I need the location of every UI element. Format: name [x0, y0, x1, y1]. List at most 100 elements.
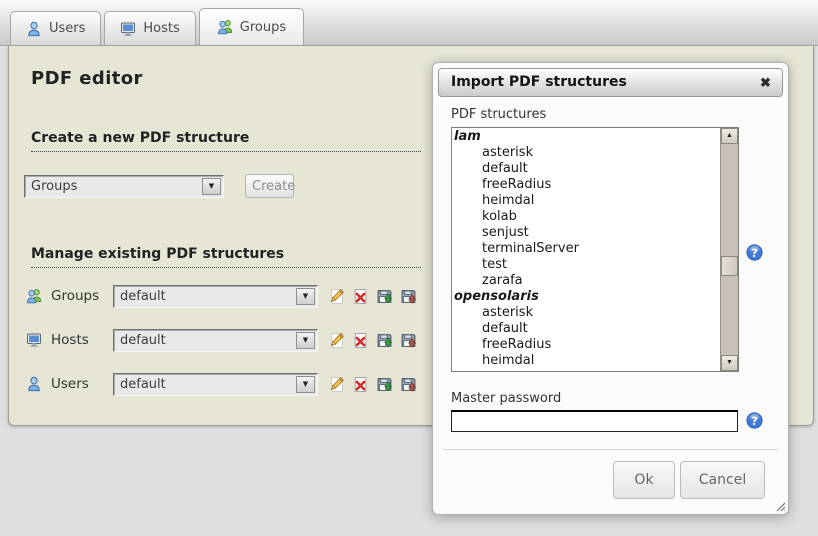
- row-label-users: Users: [51, 376, 113, 392]
- pdf-structures-label: PDF structures: [451, 107, 546, 122]
- scroll-down-button[interactable]: ▼: [721, 355, 738, 371]
- scroll-up-button[interactable]: ▲: [721, 128, 738, 144]
- help-button[interactable]: [746, 244, 763, 261]
- arrow-down-icon: ▼: [726, 359, 733, 366]
- chevron-down-icon: ▼: [202, 178, 221, 195]
- structure-list-item[interactable]: senjust: [454, 225, 720, 241]
- help-button[interactable]: [746, 412, 763, 429]
- host-icon: [26, 332, 42, 348]
- pdf-structures-list-inner: lamasteriskdefaultfreeRadiusheimdalkolab…: [454, 129, 720, 370]
- create-row: Groups ▼ Create: [24, 174, 294, 198]
- delete-pdf-button[interactable]: [351, 287, 369, 305]
- dialog-footer: Ok Cancel: [443, 449, 778, 514]
- edit-pdf-button[interactable]: [327, 375, 345, 393]
- manage-row-hosts: Hosts default ▼: [26, 328, 417, 352]
- structure-list-item[interactable]: terminalServer: [454, 241, 720, 257]
- structure-group-label: lam: [454, 129, 720, 145]
- help-icon: [746, 244, 763, 261]
- structure-list-item[interactable]: test: [454, 257, 720, 273]
- ok-button[interactable]: Ok: [613, 461, 675, 499]
- manage-rows: Groups default ▼ Hosts default ▼: [26, 284, 417, 416]
- close-icon: ✖: [760, 75, 771, 90]
- disk-download-icon: [376, 332, 393, 349]
- structure-list-item[interactable]: freeRadius: [454, 177, 720, 193]
- user-icon: [26, 21, 42, 37]
- arrow-up-icon: ▲: [726, 132, 733, 139]
- dialog-titlebar[interactable]: Import PDF structures ✖: [438, 68, 783, 97]
- structure-list-item[interactable]: zarafa: [454, 273, 720, 289]
- export-pdf-button[interactable]: [375, 375, 393, 393]
- structure-group-label: opensolaris: [454, 289, 720, 305]
- disk-upload-icon: [400, 332, 417, 349]
- groups-structure-select-value: default: [114, 286, 294, 307]
- create-button[interactable]: Create: [245, 174, 294, 198]
- hosts-structure-select-value: default: [114, 330, 294, 351]
- users-structure-select[interactable]: default ▼: [113, 373, 318, 396]
- scrollbar-thumb[interactable]: [721, 256, 738, 276]
- account-type-tabs: Users Hosts Groups: [10, 8, 304, 45]
- export-pdf-button[interactable]: [375, 331, 393, 349]
- manage-row-groups: Groups default ▼: [26, 284, 417, 308]
- resize-handle[interactable]: [774, 500, 786, 512]
- structure-list-item[interactable]: asterisk: [454, 145, 720, 161]
- structure-list-item[interactable]: default: [454, 161, 720, 177]
- pdf-type-select[interactable]: Groups ▼: [24, 175, 224, 198]
- structure-list-item[interactable]: asterisk: [454, 305, 720, 321]
- pdf-type-select-value: Groups: [25, 176, 200, 197]
- tab-users[interactable]: Users: [10, 11, 101, 45]
- dialog-close-button[interactable]: ✖: [755, 72, 776, 93]
- disk-download-icon: [376, 288, 393, 305]
- chevron-down-icon: ▼: [296, 332, 315, 349]
- pencil-icon: [328, 332, 345, 349]
- structure-list-item[interactable]: heimdal: [454, 353, 720, 369]
- tab-hosts-label: Hosts: [143, 21, 179, 36]
- structure-list-item[interactable]: default: [454, 321, 720, 337]
- manage-row-users: Users default ▼: [26, 372, 417, 396]
- master-password-label: Master password: [451, 391, 561, 406]
- import-pdf-button[interactable]: [399, 287, 417, 305]
- tab-hosts[interactable]: Hosts: [104, 11, 195, 45]
- import-pdf-button[interactable]: [399, 331, 417, 349]
- pencil-icon: [328, 376, 345, 393]
- users-structure-select-value: default: [114, 374, 294, 395]
- scrollbar-track[interactable]: ▲ ▼: [720, 128, 738, 371]
- delete-icon: [352, 376, 369, 393]
- edit-pdf-button[interactable]: [327, 287, 345, 305]
- row-label-groups: Groups: [51, 288, 113, 304]
- pencil-icon: [328, 288, 345, 305]
- create-section-heading: Create a new PDF structure: [31, 130, 421, 152]
- disk-upload-icon: [400, 376, 417, 393]
- row-label-hosts: Hosts: [51, 332, 113, 348]
- group-icon: [217, 19, 233, 35]
- delete-icon: [352, 288, 369, 305]
- groups-structure-select[interactable]: default ▼: [113, 285, 318, 308]
- pdf-structures-list[interactable]: lamasteriskdefaultfreeRadiusheimdalkolab…: [451, 127, 739, 372]
- hosts-structure-select[interactable]: default ▼: [113, 329, 318, 352]
- delete-pdf-button[interactable]: [351, 375, 369, 393]
- manage-section-heading: Manage existing PDF structures: [31, 246, 421, 268]
- page-title: PDF editor: [31, 68, 143, 89]
- user-icon: [26, 376, 42, 392]
- export-pdf-button[interactable]: [375, 287, 393, 305]
- tab-bar: Users Hosts Groups: [0, 0, 818, 46]
- structure-list-item[interactable]: kolab: [454, 369, 720, 370]
- structure-list-item[interactable]: kolab: [454, 209, 720, 225]
- footer-buttons: Ok Cancel: [613, 461, 765, 499]
- group-icon: [26, 288, 42, 304]
- cancel-button[interactable]: Cancel: [680, 461, 765, 499]
- chevron-down-icon: ▼: [296, 376, 315, 393]
- edit-pdf-button[interactable]: [327, 331, 345, 349]
- disk-download-icon: [376, 376, 393, 393]
- structure-list-item[interactable]: freeRadius: [454, 337, 720, 353]
- delete-pdf-button[interactable]: [351, 331, 369, 349]
- master-password-input[interactable]: [451, 410, 738, 432]
- tab-groups[interactable]: Groups: [199, 8, 304, 45]
- dialog-title: Import PDF structures: [451, 74, 627, 90]
- host-icon: [120, 21, 136, 37]
- help-icon: [746, 412, 763, 429]
- tab-users-label: Users: [49, 21, 85, 36]
- tab-groups-label: Groups: [240, 20, 286, 35]
- disk-upload-icon: [400, 288, 417, 305]
- structure-list-item[interactable]: heimdal: [454, 193, 720, 209]
- import-pdf-button[interactable]: [399, 375, 417, 393]
